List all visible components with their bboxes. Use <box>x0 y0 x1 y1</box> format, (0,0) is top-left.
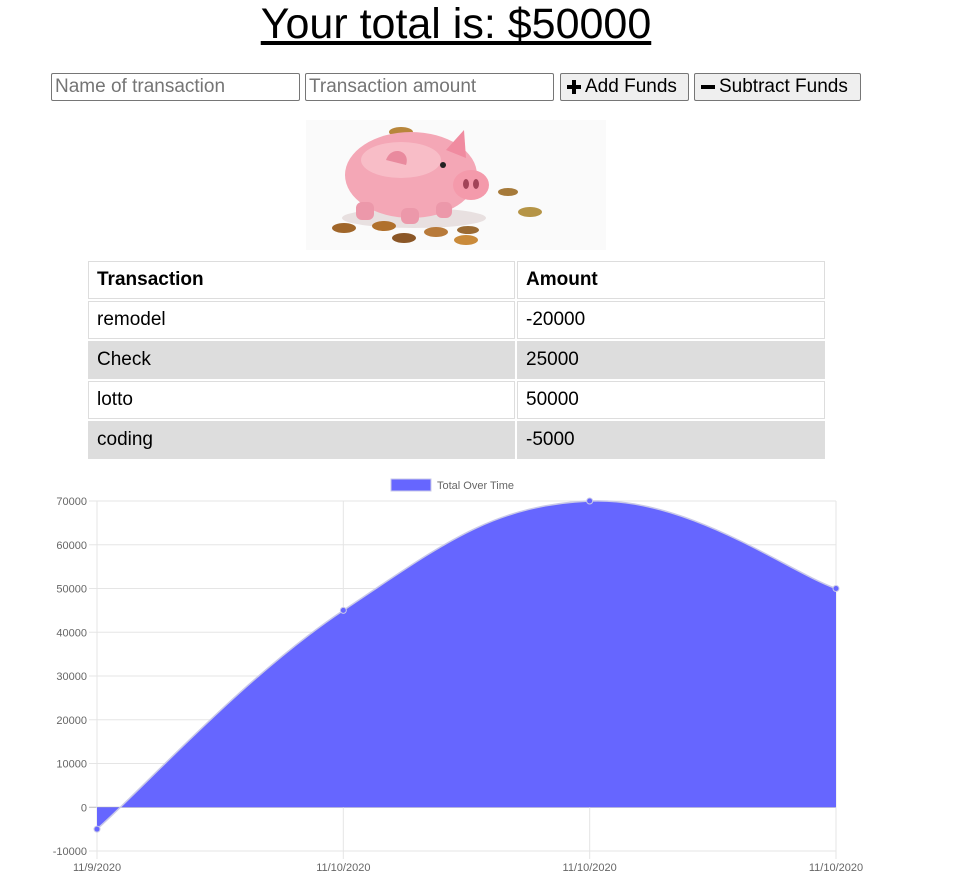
amount-column-header: Amount <box>517 261 825 299</box>
transaction-column-header: Transaction <box>88 261 515 299</box>
x-tick-label: 11/10/2020 <box>809 862 863 874</box>
subtract-funds-label: Subtract Funds <box>719 76 848 97</box>
transaction-name-input[interactable] <box>51 73 300 101</box>
transaction-amount-cell: -20000 <box>517 301 825 339</box>
data-point <box>339 606 347 614</box>
table-header-row: Transaction Amount <box>88 261 825 299</box>
subtract-funds-button[interactable]: Subtract Funds <box>694 73 861 101</box>
y-tick-label: -10000 <box>53 846 87 858</box>
transaction-amount-cell: 25000 <box>517 341 825 379</box>
legend-swatch <box>390 478 432 492</box>
transaction-name-cell: lotto <box>88 381 515 419</box>
x-tick-label: 11/10/2020 <box>563 862 617 874</box>
table-row: lotto 50000 <box>88 381 825 419</box>
transaction-amount-cell: -5000 <box>517 421 825 459</box>
y-tick-label: 60000 <box>56 540 87 552</box>
plus-icon <box>567 80 581 94</box>
x-tick-label: 11/9/2020 <box>73 862 121 874</box>
table-row: remodel -20000 <box>88 301 825 339</box>
legend-label: Total Over Time <box>437 480 514 492</box>
y-tick-label: 40000 <box>56 627 87 639</box>
y-tick-label: 10000 <box>56 759 87 771</box>
data-point <box>832 585 840 592</box>
y-tick-label: 70000 <box>56 496 87 508</box>
data-point <box>586 497 594 505</box>
total-heading: Your total is: $50000 <box>260 0 652 48</box>
x-tick-label: 11/10/2020 <box>316 862 370 874</box>
transactions-table: Transaction Amount remodel -20000 Check … <box>86 259 827 461</box>
table-row: coding -5000 <box>88 421 825 459</box>
add-funds-button[interactable]: Add Funds <box>560 73 689 101</box>
minus-icon <box>701 85 715 89</box>
y-tick-label: 50000 <box>56 584 87 596</box>
piggy-bank-image <box>306 120 606 250</box>
transaction-name-cell: Check <box>88 341 515 379</box>
transaction-amount-cell: 50000 <box>517 381 825 419</box>
total-over-time-chart: -10000 0 10000 20000 30000 40000 50000 60000 700… <box>53 478 863 874</box>
series-area <box>97 500 836 830</box>
title-container: Your total is: $50000 <box>0 0 912 50</box>
y-tick-label: 30000 <box>56 671 87 683</box>
data-point <box>93 825 101 833</box>
transaction-amount-input[interactable] <box>305 73 554 101</box>
transaction-name-cell: remodel <box>88 301 515 339</box>
transaction-name-cell: coding <box>88 421 515 459</box>
y-tick-label: 0 <box>81 802 87 814</box>
y-tick-label: 20000 <box>56 715 87 727</box>
table-row: Check 25000 <box>88 341 825 379</box>
add-funds-label: Add Funds <box>585 76 677 97</box>
